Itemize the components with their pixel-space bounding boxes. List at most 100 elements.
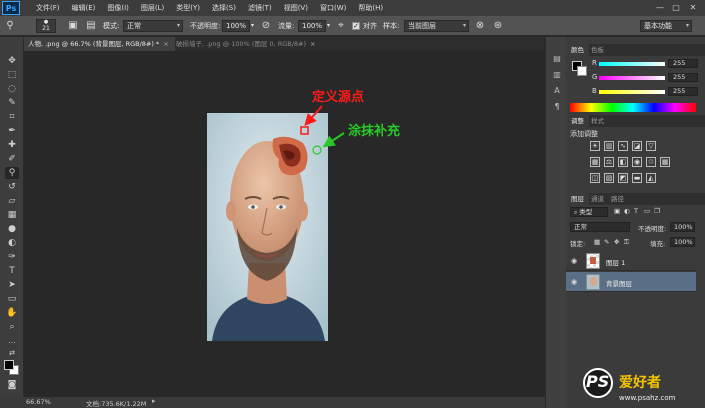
clone-stamp-tool-icon[interactable]: ⚲ [5,167,19,179]
hue-saturation-icon[interactable]: ▦ [590,157,600,167]
lock-pixels-icon[interactable]: ✎ [604,238,609,246]
shape-tool-icon[interactable]: ▭ [5,293,19,305]
invert-icon[interactable]: ◫ [590,173,600,183]
eyedropper-tool-icon[interactable]: ✒ [5,125,19,137]
menu-window[interactable]: 窗口(W) [314,3,352,13]
color-lookup-icon[interactable]: ▦ [660,157,670,167]
healing-brush-tool-icon[interactable]: ✚ [5,139,19,151]
exposure-icon[interactable]: ◪ [632,141,642,151]
layer-name[interactable]: 图层 1 [606,257,625,267]
character-panel-icon[interactable]: A [551,85,563,97]
close-tab-icon[interactable]: × [163,40,168,48]
red-value[interactable]: 255 [668,59,698,68]
green-value[interactable]: 255 [668,73,698,82]
paragraph-panel-icon[interactable]: ¶ [551,101,563,113]
flow-input[interactable]: 100% [298,20,326,32]
history-brush-tool-icon[interactable]: ↺ [5,181,19,193]
menu-help[interactable]: 帮助(H) [352,3,389,13]
history-panel-icon[interactable]: ▤ [551,53,563,65]
clone-source-panel-icon[interactable]: ▤ [84,19,98,33]
close-button[interactable]: ✕ [688,3,698,13]
brush-panel-icon[interactable]: ▣ [66,19,80,33]
blend-mode-select[interactable]: 正常 [570,222,630,232]
lock-position-icon[interactable]: ✥ [614,238,619,246]
layer-opacity-input[interactable]: 100% [670,222,695,232]
swap-colors-icon[interactable]: ⇄ [5,347,19,359]
lasso-tool-icon[interactable]: ◌ [5,83,19,95]
path-select-tool-icon[interactable]: ➤ [5,279,19,291]
visibility-eye-icon[interactable]: ◉ [571,257,579,265]
more-tools-icon[interactable]: … [5,335,19,347]
photo-filter-icon[interactable]: ◉ [632,157,642,167]
blur-tool-icon[interactable]: ● [5,223,19,235]
blue-slider[interactable] [599,90,665,94]
status-menu-icon[interactable]: ▸ [152,397,156,405]
posterize-icon[interactable]: ▨ [604,173,614,183]
flow-dropdown-icon[interactable]: ▾ [327,20,330,32]
bg-color-chip[interactable] [577,66,587,76]
zoom-level[interactable]: 66.67% [26,398,51,406]
tab-paths[interactable]: 路径 [606,193,629,205]
lock-all-icon[interactable]: ⚿ [624,238,629,247]
filter-pixel-icon[interactable]: ▣ [614,207,620,215]
menu-edit[interactable]: 编辑(E) [66,3,102,13]
filter-adjust-icon[interactable]: ◐ [624,207,630,215]
red-slider[interactable] [599,62,665,66]
eraser-tool-icon[interactable]: ▱ [5,195,19,207]
workspace-select[interactable]: 基本功能 ▾ [640,20,692,32]
layer-row[interactable]: ◉ 图层 1 [566,251,696,271]
filter-shape-icon[interactable]: ▭ [644,207,650,215]
quick-select-tool-icon[interactable]: ✎ [5,97,19,109]
channel-mixer-icon[interactable]: ♲ [646,157,656,167]
menu-file[interactable]: 文件(F) [30,3,66,13]
ignore-adjustment-icon[interactable]: ⊗ [473,19,487,33]
brush-tool-icon[interactable]: ✐ [5,153,19,165]
canvas-area[interactable]: 定义源点 涂抹补充 [24,51,544,397]
menu-type[interactable]: 类型(Y) [170,3,206,13]
pen-tool-icon[interactable]: ✑ [5,251,19,263]
tab-document-person[interactable]: 人物, .png @ 66.7% (背景图层, RGB/8#) * × [24,37,175,51]
layer-row-selected[interactable]: ◉ 背景图层 [566,272,696,292]
filter-type-icon[interactable]: T [634,207,638,215]
properties-panel-icon[interactable]: ▥ [551,69,563,81]
minimize-button[interactable]: — [655,3,665,13]
airbrush-icon[interactable]: ⌖ [334,19,348,33]
curves-icon[interactable]: ∿ [618,141,628,151]
mode-select[interactable]: 正常 ▾ [123,20,183,32]
brush-preset-picker[interactable]: ● 21 [36,19,56,33]
crop-tool-icon[interactable]: ⌗ [5,111,19,123]
sample-select[interactable]: 当前图层 ▾ [404,20,469,32]
hand-tool-icon[interactable]: ✋ [5,307,19,319]
blue-value[interactable]: 255 [668,87,698,96]
pressure-size-icon[interactable]: ⊛ [491,19,505,33]
zoom-tool-icon[interactable]: ⌕ [5,321,19,333]
vibrance-icon[interactable]: ▽ [646,141,656,151]
tab-document-wall[interactable]: 破损墙子, .png @ 100% (图层 0, RGB/8#) × [172,37,322,51]
layer-name[interactable]: 背景图层 [606,278,632,288]
gradient-map-icon[interactable]: ▬ [632,173,642,183]
dodge-tool-icon[interactable]: ◐ [5,237,19,249]
menu-view[interactable]: 视图(V) [278,3,314,13]
maximize-button[interactable]: □ [671,3,681,13]
quick-mask-icon[interactable]: ◙ [5,379,19,391]
threshold-icon[interactable]: ◩ [618,173,628,183]
move-tool-icon[interactable]: ✥ [5,55,19,67]
clone-stamp-icon[interactable]: ⚲ [3,19,17,33]
color-spectrum-bar[interactable] [570,103,696,112]
fill-input[interactable]: 100% [670,237,695,247]
type-tool-icon[interactable]: T [5,265,19,277]
gradient-tool-icon[interactable]: ▦ [5,209,19,221]
brightness-contrast-icon[interactable]: ☀ [590,141,600,151]
black-white-icon[interactable]: ◧ [618,157,628,167]
opacity-input[interactable]: 100% [222,20,250,32]
green-slider[interactable] [599,76,665,80]
menu-image[interactable]: 图像(I) [101,3,135,13]
menu-layer[interactable]: 图层(L) [135,3,170,13]
levels-icon[interactable]: ▥ [604,141,614,151]
close-tab-icon[interactable]: × [310,40,315,48]
menu-select[interactable]: 选择(S) [206,3,242,13]
tab-swatches[interactable]: 色板 [586,44,609,56]
marquee-tool-icon[interactable]: ⬚ [5,69,19,81]
opacity-dropdown-icon[interactable]: ▾ [251,20,254,32]
menu-filter[interactable]: 滤镜(T) [242,3,278,13]
